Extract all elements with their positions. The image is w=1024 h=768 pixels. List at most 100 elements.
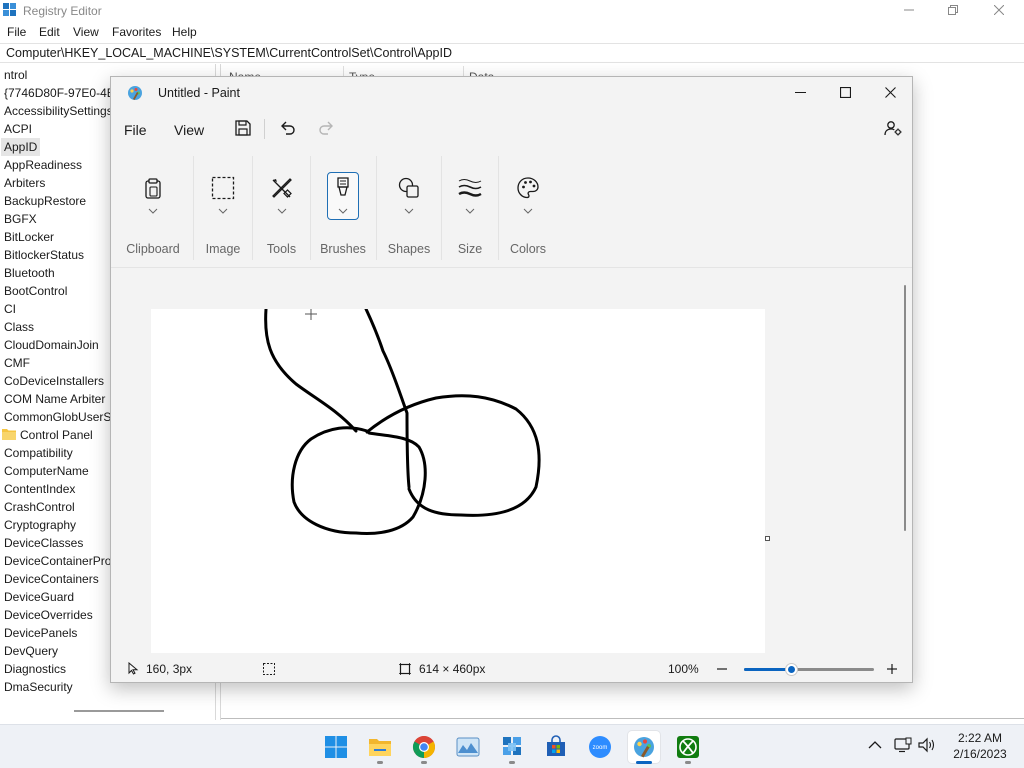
tree-item[interactable]: CMF [4, 354, 30, 372]
group-shapes[interactable]: Shapes [378, 150, 440, 268]
menu-help[interactable]: Help [172, 25, 197, 39]
chevron-down-icon [148, 208, 158, 214]
registry-editor-icon [503, 737, 521, 755]
paint-close-button[interactable] [867, 77, 912, 107]
photos-icon [456, 737, 480, 757]
tree-item[interactable]: DeviceGuard [4, 588, 74, 606]
chevron-down-icon [465, 208, 475, 214]
tree-item[interactable]: DevicePanels [4, 624, 77, 642]
tree-item[interactable]: ntrol [4, 66, 27, 84]
tree-item[interactable]: DeviceContainerPro [4, 552, 111, 570]
tree-item[interactable]: DeviceOverrides [4, 606, 93, 624]
tree-item[interactable]: Compatibility [4, 444, 73, 462]
close-button[interactable] [976, 0, 1022, 22]
zoom-in-button[interactable] [886, 663, 898, 675]
canvas-resize-handle[interactable] [765, 536, 770, 541]
paint-icon [634, 737, 654, 758]
pane-border [221, 718, 1024, 719]
menu-edit[interactable]: Edit [39, 25, 60, 39]
tree-item[interactable]: Arbiters [4, 174, 45, 192]
running-indicator [685, 761, 691, 764]
network-icon[interactable] [894, 737, 912, 753]
save-icon[interactable] [233, 118, 253, 138]
tree-item[interactable]: DmaSecurity [4, 678, 73, 696]
taskbar-zoom[interactable]: zoom [584, 731, 616, 763]
chevron-down-icon [277, 208, 286, 214]
vertical-scrollbar[interactable] [904, 285, 906, 531]
tree-item[interactable]: DeviceClasses [4, 534, 83, 552]
tree-item-selected[interactable]: AppID [1, 138, 41, 156]
group-clipboard[interactable]: Clipboard [121, 150, 185, 268]
taskbar-file-explorer[interactable] [364, 731, 396, 764]
group-size[interactable]: Size [443, 150, 497, 268]
group-image[interactable]: Image [195, 150, 251, 268]
tree-item[interactable]: CI [4, 300, 16, 318]
drawing-canvas[interactable] [151, 307, 765, 653]
account-settings-icon[interactable] [883, 118, 903, 138]
tree-item[interactable]: DeviceContainers [4, 570, 99, 588]
tree-item[interactable]: Cryptography [4, 516, 76, 534]
tree-item[interactable]: BackupRestore [4, 192, 86, 210]
tree-item[interactable]: ACPI [4, 120, 32, 138]
undo-icon[interactable] [277, 118, 297, 138]
paint-menu-view[interactable]: View [174, 122, 204, 138]
tree-item[interactable]: CloudDomainJoin [4, 336, 99, 354]
taskbar-xbox[interactable] [672, 731, 704, 764]
system-clock[interactable]: 2:22 AM 2/16/2023 [940, 730, 1020, 762]
paint-app-icon [128, 86, 142, 100]
zoom-slider[interactable] [744, 664, 874, 675]
group-label: Image [205, 242, 241, 256]
taskbar-paint[interactable] [628, 731, 660, 764]
tree-item[interactable]: BitlockerStatus [4, 246, 84, 264]
tree-horizontal-scrollbar[interactable] [74, 710, 164, 712]
tree-item[interactable]: {7746D80F-97E0-4E2 [4, 84, 121, 102]
tree-item[interactable]: Bluetooth [4, 264, 55, 282]
tree-item[interactable]: CommonGlobUserS [4, 408, 111, 426]
tree-item[interactable]: Class [4, 318, 34, 336]
taskbar-registry-editor[interactable] [496, 731, 528, 764]
redo-icon[interactable] [317, 118, 337, 138]
zoom-out-button[interactable] [716, 664, 728, 674]
tree-item[interactable]: DevQuery [4, 642, 58, 660]
tree-item[interactable]: CoDeviceInstallers [4, 372, 104, 390]
chevron-up-icon[interactable] [868, 740, 882, 750]
tree-item[interactable]: AppReadiness [4, 156, 82, 174]
volume-icon[interactable] [918, 737, 936, 753]
paint-titlebar[interactable]: Untitled - Paint [111, 77, 912, 109]
menu-file[interactable]: File [7, 25, 26, 39]
taskbar-photos[interactable] [452, 731, 484, 763]
tree-item[interactable]: BGFX [4, 210, 37, 228]
tree-item[interactable]: ContentIndex [4, 480, 75, 498]
paint-menu-file[interactable]: File [124, 122, 147, 138]
tree-item[interactable]: AccessibilitySettings [4, 102, 113, 120]
tree-item[interactable]: COM Name Arbiter [4, 390, 105, 408]
address-bar[interactable]: Computer\HKEY_LOCAL_MACHINE\SYSTEM\Curre… [0, 43, 1024, 63]
group-tools[interactable]: Tools [254, 150, 309, 268]
tree-item[interactable]: CrashControl [4, 498, 75, 516]
tree-item[interactable]: ComputerName [4, 462, 89, 480]
menu-view[interactable]: View [73, 25, 99, 39]
tree-item[interactable]: Diagnostics [4, 660, 66, 678]
group-brushes[interactable]: Brushes [312, 150, 374, 268]
menu-favorites[interactable]: Favorites [112, 25, 161, 39]
tree-item[interactable]: BootControl [4, 282, 67, 300]
canvas-drawing [264, 307, 541, 535]
zoom-slider-thumb[interactable] [786, 664, 798, 675]
taskbar-start-button[interactable] [320, 731, 352, 763]
canvas-workspace[interactable] [111, 269, 912, 653]
registry-titlebar[interactable]: Registry Editor [0, 0, 1024, 22]
tree-item-folder[interactable]: Control Panel [20, 426, 93, 444]
group-label: Size [457, 242, 483, 256]
ribbon-divider [193, 156, 194, 260]
taskbar-chrome[interactable] [408, 731, 440, 764]
menu-divider [264, 119, 265, 139]
windows-start-icon [325, 736, 347, 758]
paint-minimize-button[interactable] [777, 77, 823, 107]
tree-item[interactable]: BitLocker [4, 228, 54, 246]
paint-maximize-button[interactable] [822, 77, 868, 107]
minimize-button[interactable] [886, 0, 932, 22]
group-colors[interactable]: Colors [500, 150, 556, 268]
taskbar-microsoft-store[interactable] [540, 731, 572, 763]
minimize-icon [904, 9, 914, 11]
restore-button[interactable] [930, 0, 976, 22]
